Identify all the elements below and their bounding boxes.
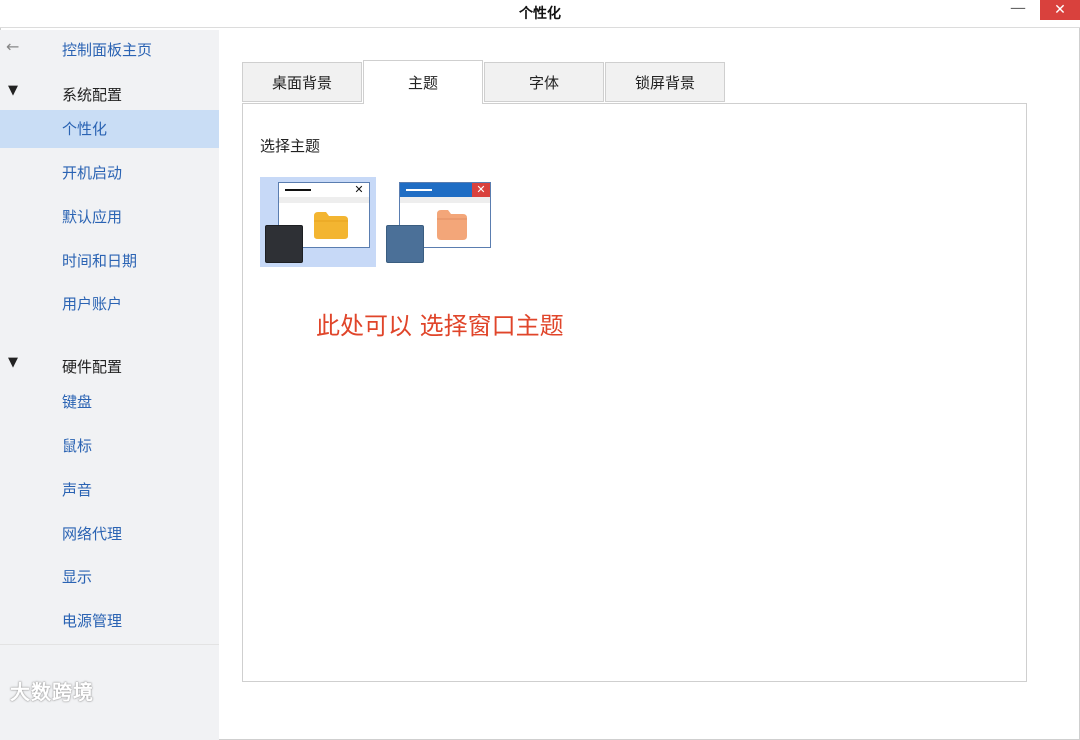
sidebar-item-label: 电源管理 [62, 612, 123, 630]
preview-titlebar: ✕ [279, 183, 369, 197]
sidebar-item-user-accounts[interactable]: 用户账户 [0, 285, 219, 323]
preview-title-line [285, 189, 311, 191]
annotation-text: 此处可以 选择窗口主题 [316, 312, 564, 340]
preview-close-icon: ✕ [352, 183, 366, 197]
folder-icon [314, 212, 348, 239]
tab-theme[interactable]: 主题 [363, 60, 483, 104]
sidebar-item-display[interactable]: 显示 [0, 558, 219, 596]
theme-option-dark[interactable]: ✕ [260, 177, 376, 267]
preview-title-line [406, 189, 432, 191]
sidebar-item-keyboard[interactable]: 键盘 [0, 383, 219, 421]
theme-color-swatch [265, 225, 303, 263]
sidebar-item-label: 显示 [62, 568, 93, 586]
sidebar-item-label: 时间和日期 [62, 252, 138, 270]
control-panel-home-link[interactable]: 控制面板主页 [62, 39, 152, 60]
sidebar-item-sound[interactable]: 声音 [0, 471, 219, 509]
section-system-config: 系统配置 [62, 86, 123, 104]
sidebar-item-label: 默认应用 [62, 208, 123, 226]
preview-titlebar: ✕ [400, 183, 490, 197]
sidebar-item-label: 开机启动 [62, 164, 123, 182]
sidebar-item-personalization[interactable]: 个性化 [0, 110, 219, 148]
preview-menu-strip [279, 197, 369, 203]
sidebar-item-mouse[interactable]: 鼠标 [0, 427, 219, 465]
expand-triangle-icon[interactable]: ▼ [8, 83, 18, 98]
folder-icon [437, 210, 467, 240]
tab-desktop-background[interactable]: 桌面背景 [242, 62, 362, 102]
tab-font[interactable]: 字体 [484, 62, 604, 102]
close-button[interactable]: ✕ [1040, 0, 1080, 20]
tab-lockscreen-background[interactable]: 锁屏背景 [605, 62, 725, 102]
sidebar-divider [0, 644, 219, 645]
sidebar-item-date-time[interactable]: 时间和日期 [0, 242, 219, 280]
sidebar-item-label: 个性化 [62, 120, 108, 138]
title-bar: 个性化 — ✕ [0, 0, 1080, 28]
theme-color-swatch [386, 225, 424, 263]
window-title: 个性化 [519, 6, 561, 22]
section-hardware-config: 硬件配置 [62, 358, 123, 376]
watermark: 大数跨境 [10, 680, 94, 704]
theme-option-blue[interactable]: ✕ [386, 177, 502, 267]
sidebar-item-label: 鼠标 [62, 437, 93, 455]
sidebar-item-label: 网络代理 [62, 525, 123, 543]
section-title: 选择主题 [260, 137, 321, 155]
sidebar-item-label: 用户账户 [62, 295, 123, 313]
back-arrow-icon[interactable]: ← [6, 37, 19, 56]
sidebar-item-startup[interactable]: 开机启动 [0, 154, 219, 192]
sidebar-item-power-management[interactable]: 电源管理 [0, 602, 219, 640]
sidebar: ← 控制面板主页 ▼ 系统配置 个性化 开机启动 默认应用 时间和日期 用户账户… [0, 30, 219, 740]
sidebar-item-label: 声音 [62, 481, 93, 499]
sidebar-item-network-proxy[interactable]: 网络代理 [0, 515, 219, 553]
preview-menu-strip [400, 197, 490, 203]
sidebar-item-default-apps[interactable]: 默认应用 [0, 198, 219, 236]
preview-close-icon: ✕ [472, 183, 490, 197]
expand-triangle-icon[interactable]: ▼ [8, 355, 18, 370]
sidebar-item-label: 键盘 [62, 393, 93, 411]
minimize-button[interactable]: — [1000, 0, 1036, 22]
